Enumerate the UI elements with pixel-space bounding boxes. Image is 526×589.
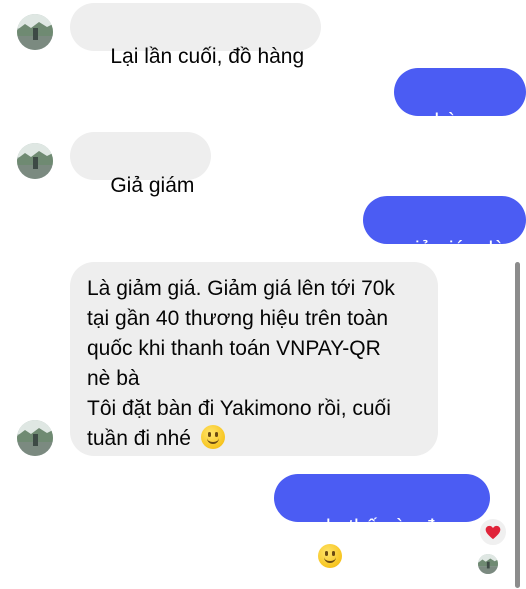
message-line: Tôi đặt bàn đi Yakimono rồi, cuối <box>87 397 391 420</box>
message-line: quốc khi thanh toán VNPAY-QR <box>87 337 381 360</box>
seen-avatar-icon <box>478 554 498 574</box>
chat-thread: Lại lần cuối, đồ hàng hàng giả Giả giám … <box>0 0 526 589</box>
incoming-message[interactable]: Lại lần cuối, đồ hàng <box>70 3 322 68</box>
message-line: Là giảm giá. Giảm giá lên tới 70k <box>87 277 395 300</box>
slightly-smiling-face-icon <box>200 425 225 449</box>
outgoing-message[interactable]: giả giám là j <box>363 196 526 291</box>
avatar[interactable] <box>17 420 53 456</box>
avatar[interactable] <box>17 143 53 179</box>
incoming-message[interactable]: Là giảm giá. Giảm giá lên tới 70k tại gầ… <box>70 262 438 456</box>
outgoing-message[interactable]: hàng giả <box>394 68 526 163</box>
message-text: Giả giám <box>110 174 195 197</box>
outgoing-message[interactable]: ok, thế còn được <box>274 474 490 568</box>
scrollbar[interactable] <box>515 262 520 588</box>
message-text: Lại lần cuối, đồ hàng <box>110 45 305 68</box>
message-text: ok, thế còn được <box>314 516 473 539</box>
heart-reaction-icon[interactable] <box>478 517 508 547</box>
avatar[interactable] <box>17 14 53 50</box>
slightly-smiling-face-icon <box>318 544 343 568</box>
message-line-with-emoji: tuần đi nhé <box>87 424 421 454</box>
message-line: tại gần 40 thương hiệu trên toàn <box>87 307 389 330</box>
message-line: nè bà <box>87 367 140 390</box>
message-text: hàng giả <box>411 110 487 163</box>
incoming-message[interactable]: Giả giám <box>70 132 212 197</box>
message-line: tuần đi nhé <box>87 427 191 450</box>
